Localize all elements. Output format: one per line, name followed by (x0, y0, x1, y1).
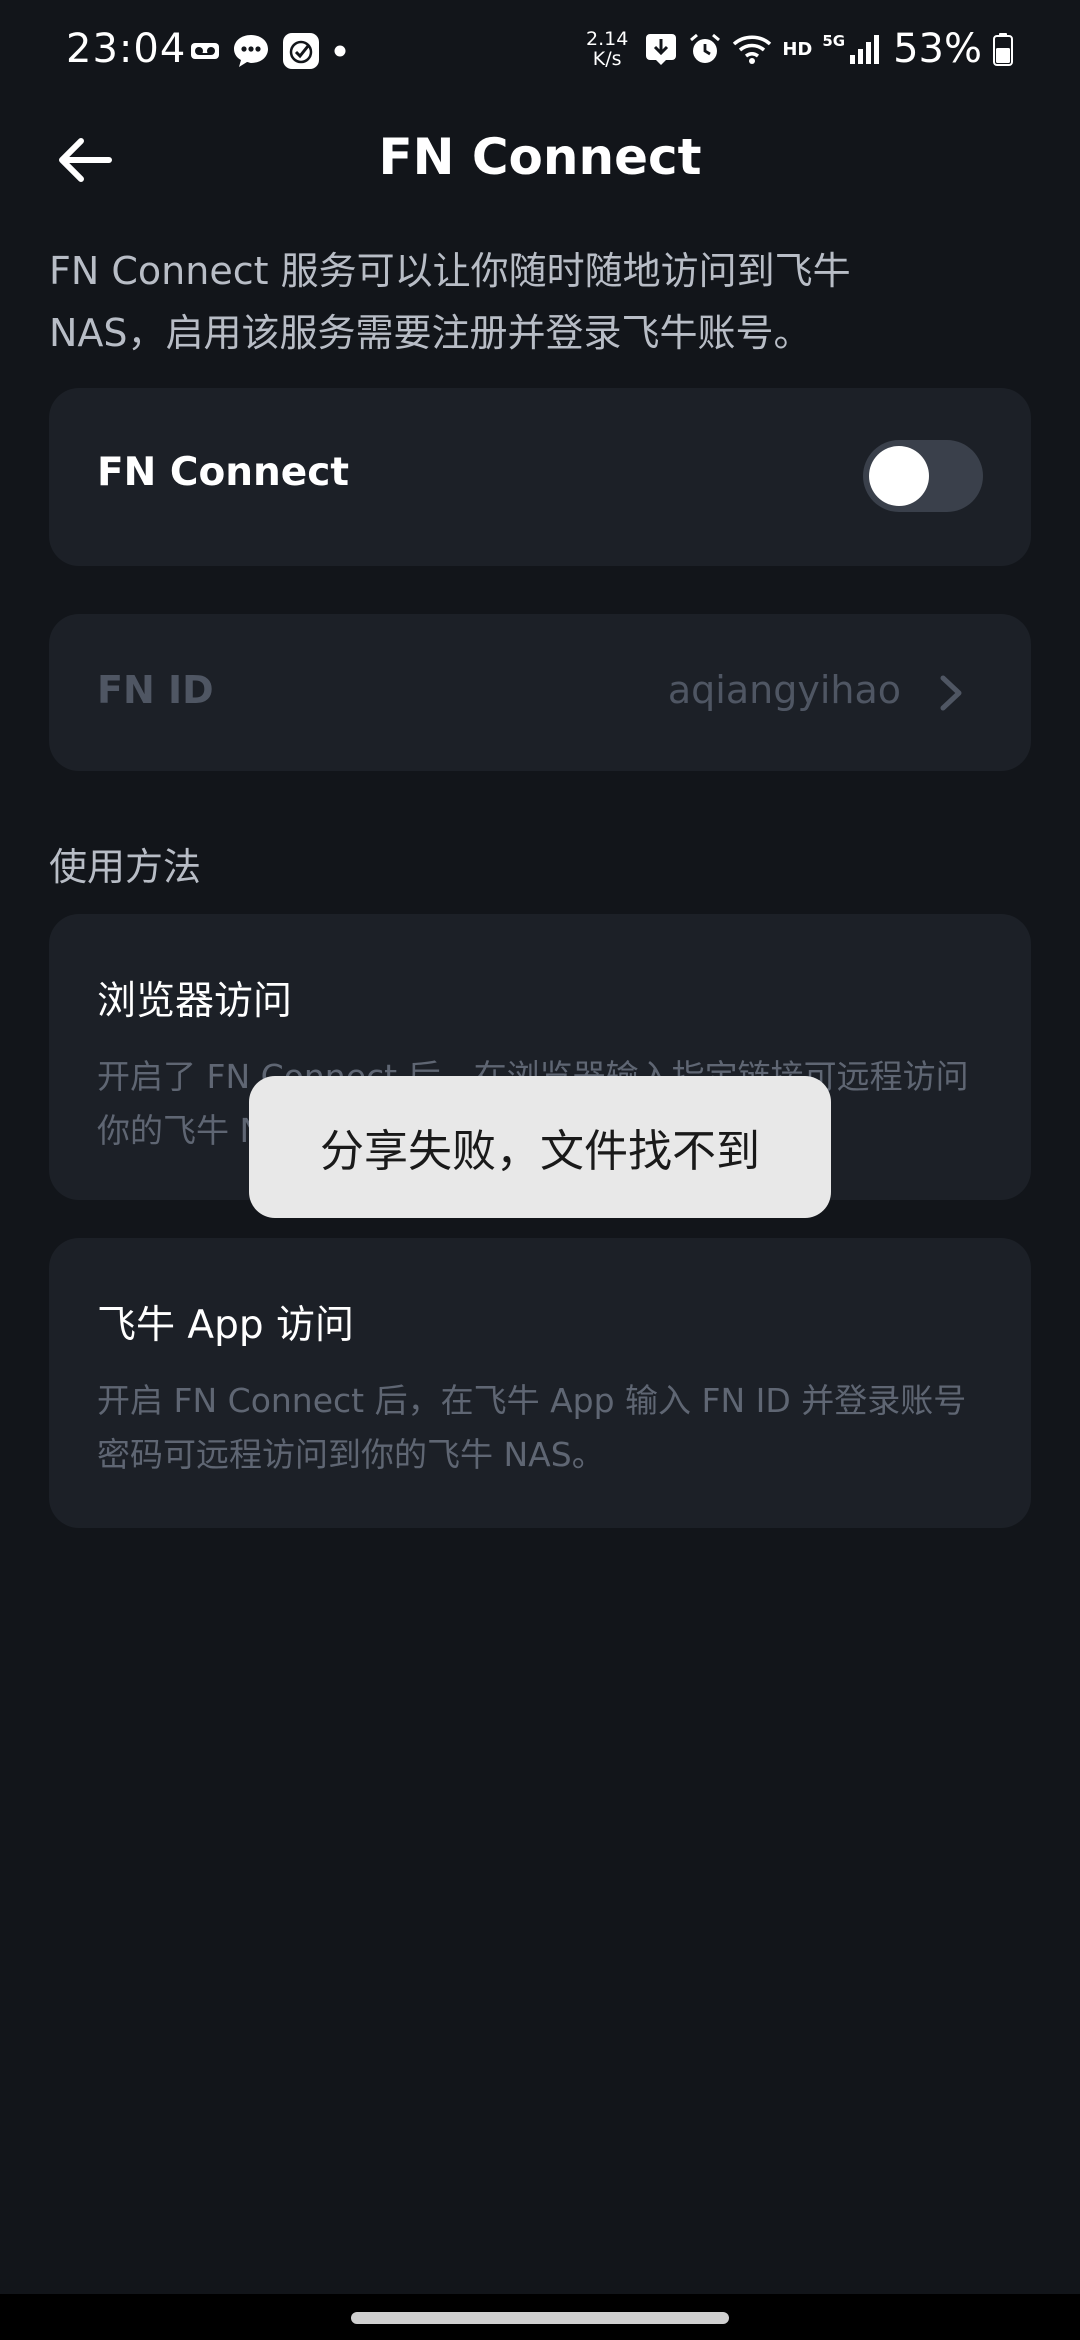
chevron-right-icon (940, 675, 962, 711)
app-access-title: 飞牛 App 访问 (97, 1303, 354, 1348)
battery-icon (993, 33, 1013, 66)
message-bubble-icon (234, 35, 268, 67)
signal-icon (850, 35, 880, 64)
fn-connect-toggle-card: FN Connect (49, 388, 1031, 566)
app-notification-icon (283, 33, 319, 69)
usage-section-title: 使用方法 (49, 845, 202, 889)
fn-id-label: FN ID (97, 668, 214, 712)
notification-icons (190, 32, 348, 70)
browser-access-title: 浏览器访问 (97, 979, 293, 1024)
app-access-description: 开启 FN Connect 后，在飞牛 App 输入 FN ID 并登录账号密码… (97, 1381, 967, 1474)
wifi-icon (733, 35, 772, 64)
app-header: FN Connect (0, 110, 1080, 210)
more-notifications-dot-icon (334, 45, 346, 57)
status-bar: 23:04 2.14 K/s HD 5G 53% (0, 0, 1080, 110)
network-type: 5G (822, 32, 846, 50)
speed-value: 2.14 (586, 28, 629, 50)
fn-connect-switch[interactable] (863, 440, 983, 512)
app-access-card: 飞牛 App 访问 开启 FN Connect 后，在飞牛 App 输入 FN … (49, 1238, 1031, 1528)
toast-message: 分享失败，文件找不到 (249, 1076, 831, 1218)
status-right: 2.14 K/s HD 5G 53% (586, 26, 1014, 72)
switch-knob (869, 446, 929, 506)
intro-text: FN Connect 服务可以让你随时随地访问到飞牛 NAS，启用该服务需要注册… (49, 249, 851, 355)
status-time: 23:04 (66, 26, 187, 72)
battery-percent: 53% (893, 26, 982, 72)
fn-connect-toggle-label: FN Connect (97, 450, 350, 495)
voicemail-icon (191, 43, 219, 59)
home-indicator[interactable] (351, 2312, 729, 2324)
download-icon (646, 34, 677, 65)
hd-indicator: HD (782, 38, 813, 60)
fn-id-value: aqiangyihao (667, 668, 901, 712)
fn-id-row[interactable]: FN ID aqiangyihao (49, 614, 1031, 771)
speed-unit: K/s (592, 48, 622, 70)
network-speed: 2.14 K/s (586, 29, 628, 69)
page-title: FN Connect (378, 128, 702, 186)
alarm-icon (690, 33, 721, 63)
